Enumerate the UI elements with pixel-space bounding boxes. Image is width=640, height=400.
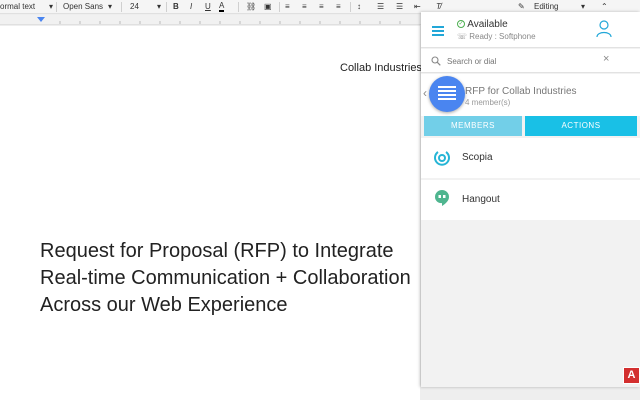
- action-label: Scopia: [462, 152, 493, 163]
- search-input[interactable]: [447, 53, 607, 69]
- align-left-icon[interactable]: ≡: [285, 2, 290, 12]
- hangout-icon: [434, 190, 449, 206]
- close-icon[interactable]: ×: [603, 53, 609, 65]
- softphone-status: ☏ Ready : Softphone: [457, 32, 536, 41]
- conversation-title: RFP for Collab Industries: [465, 86, 577, 97]
- line-spacing-icon[interactable]: ↕: [357, 2, 361, 12]
- softphone-label: Ready : Softphone: [469, 32, 536, 41]
- bulleted-list-icon[interactable]: ☰: [396, 2, 403, 12]
- font-select[interactable]: Open Sans: [63, 2, 103, 12]
- size-dropdown-icon[interactable]: ▾: [157, 2, 161, 12]
- bold-button[interactable]: B: [173, 2, 179, 12]
- style-select[interactable]: ormal text: [0, 2, 35, 12]
- font-size-select[interactable]: 24: [130, 2, 139, 12]
- text-color-button[interactable]: A: [219, 2, 225, 12]
- panel-header: ✓ Available ☏ Ready : Softphone: [421, 12, 640, 48]
- user-icon[interactable]: [596, 20, 612, 38]
- pencil-icon: ✎: [518, 2, 525, 11]
- comment-icon[interactable]: ▣: [264, 2, 272, 12]
- scopia-icon: [434, 151, 450, 166]
- presence-status[interactable]: ✓ Available: [457, 19, 508, 30]
- link-icon[interactable]: ⛓: [246, 2, 256, 12]
- action-item-hangout[interactable]: Hangout: [421, 180, 640, 220]
- search-bar: ×: [421, 49, 640, 73]
- body-line: Real-time Communication + Collaboration: [40, 267, 411, 289]
- chevron-left-icon[interactable]: ‹: [423, 86, 427, 100]
- mode-dropdown-icon[interactable]: ▾: [581, 2, 585, 12]
- editing-mode-select[interactable]: Editing: [534, 2, 558, 12]
- body-line: Request for Proposal (RFP) to Integrate: [40, 240, 394, 262]
- member-count: 4 member(s): [465, 98, 511, 107]
- tab-members[interactable]: MEMBERS: [424, 116, 522, 136]
- italic-button[interactable]: I: [190, 2, 192, 12]
- underline-button[interactable]: U: [205, 2, 211, 12]
- body-line: Across our Web Experience: [40, 294, 288, 316]
- document-body[interactable]: Request for Proposal (RFP) to Integrate …: [40, 238, 411, 319]
- document-icon[interactable]: [429, 76, 465, 112]
- font-dropdown-icon[interactable]: ▾: [108, 2, 112, 12]
- search-icon: [431, 56, 441, 66]
- collapse-menu-icon[interactable]: ⌃: [601, 2, 608, 12]
- action-item-scopia[interactable]: Scopia: [421, 138, 640, 178]
- decrease-indent-icon[interactable]: ⇤: [414, 2, 421, 12]
- clear-formatting-icon[interactable]: T̸: [436, 2, 441, 12]
- tab-actions[interactable]: ACTIONS: [525, 116, 637, 136]
- indent-marker-icon: [37, 17, 45, 22]
- numbered-list-icon[interactable]: ☰: [377, 2, 384, 12]
- extension-badge[interactable]: A: [623, 367, 640, 384]
- status-label: Available: [467, 19, 508, 30]
- document-page[interactable]: Collab Industries R Request for Proposal…: [0, 26, 433, 400]
- style-dropdown-icon[interactable]: ▾: [49, 2, 53, 12]
- check-icon: ✓: [457, 20, 465, 29]
- phone-icon: ☏: [457, 32, 468, 41]
- document-header: Collab Industries R: [340, 62, 433, 74]
- menu-icon[interactable]: [432, 26, 444, 38]
- align-justify-icon[interactable]: ≡: [336, 2, 341, 12]
- communication-panel: ✓ Available ☏ Ready : Softphone × ‹ RFP …: [421, 12, 640, 387]
- align-center-icon[interactable]: ≡: [302, 2, 307, 12]
- action-label: Hangout: [462, 194, 500, 205]
- align-right-icon[interactable]: ≡: [319, 2, 324, 12]
